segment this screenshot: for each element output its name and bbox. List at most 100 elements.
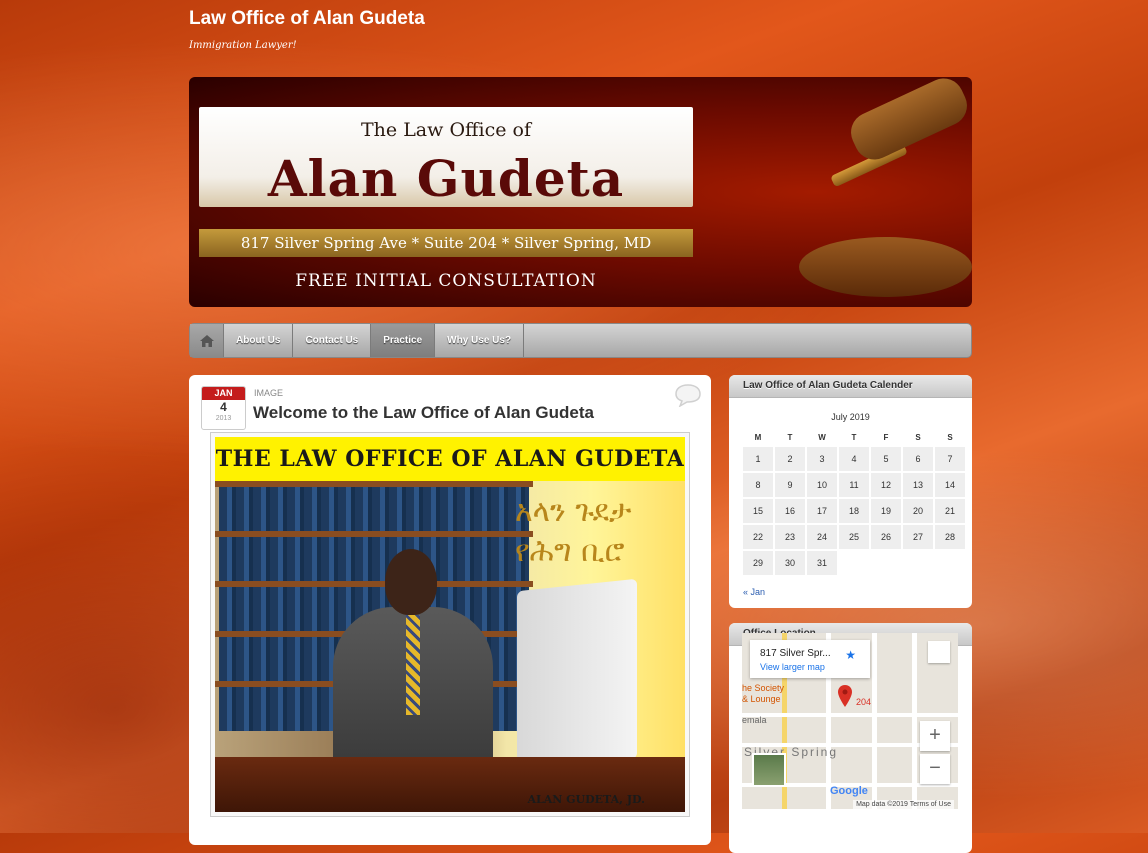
calendar-day-header: S (947, 432, 953, 442)
calendar-day: 15 (743, 499, 773, 523)
site-title[interactable]: Law Office of Alan Gudeta (189, 8, 425, 30)
calendar-week-row: 15 16 17 18 19 20 21 (743, 499, 965, 523)
person-tie (406, 615, 420, 715)
post-date-day: 4 (220, 400, 227, 414)
calendar-day: 25 (839, 525, 869, 549)
calendar-caption: July 2019 (831, 412, 870, 422)
calendar-day: 5 (871, 447, 901, 471)
calendar-day: 13 (903, 473, 933, 497)
bookshelf-row (219, 487, 529, 531)
banner-consultation: FREE INITIAL CONSULTATION (295, 271, 597, 291)
calendar-day: 24 (807, 525, 837, 549)
amharic-line-2: የሕግ ቢሮ (515, 534, 625, 569)
comment-bubble-icon[interactable] (674, 383, 702, 407)
banner-line1: The Law Office of (361, 119, 531, 141)
calendar-day-header: W (818, 432, 826, 442)
banner-name: Alan Gudeta (267, 149, 625, 208)
calendar-day: 8 (743, 473, 773, 497)
nav-contact-us[interactable]: Contact Us (293, 324, 372, 357)
calendar-day: 17 (807, 499, 837, 523)
calendar-day: 30 (775, 551, 805, 575)
header-banner[interactable]: The Law Office of Alan Gudeta 817 Silver… (189, 77, 972, 307)
calendar-day: 4 (839, 447, 869, 471)
calendar-day: 6 (903, 447, 933, 471)
nav-why-use-us[interactable]: Why Use Us? (435, 324, 525, 357)
map-attribution[interactable]: Map data ©2019 Terms of Use (853, 800, 954, 809)
calendar-week-row: 22 23 24 25 26 27 28 (743, 525, 965, 549)
post-title[interactable]: Welcome to the Law Office of Alan Gudeta (253, 403, 594, 423)
featured-image-title: THE LAW OFFICE OF ALAN GUDETA (215, 437, 685, 481)
calendar-table: M T W T F S S 1 2 3 4 5 6 7 8 9 10 11 12… (741, 427, 967, 577)
calendar-week-row: 29 30 31 (743, 551, 965, 575)
post-date-year: 2013 (215, 415, 232, 422)
nav-about-us[interactable]: About Us (224, 324, 294, 357)
calendar-day: 11 (839, 473, 869, 497)
nav-practice[interactable]: Practice (371, 324, 436, 357)
map-road (742, 713, 958, 717)
calendar-day: 27 (903, 525, 933, 549)
calendar-day: 3 (807, 447, 837, 471)
map-card-title: 817 Silver Spr... (760, 648, 831, 659)
calendar-day: 29 (743, 551, 773, 575)
zoom-out-button[interactable]: − (920, 754, 950, 784)
calendar-day-header: M (754, 432, 762, 442)
calendar-day: 26 (871, 525, 901, 549)
gavel-block (799, 237, 972, 297)
calendar-header-row: M T W T F S S (743, 429, 965, 445)
pegman-icon[interactable] (928, 641, 950, 663)
map-info-card: 817 Silver Spr... View larger map ★ (750, 640, 870, 678)
calendar-day: 16 (775, 499, 805, 523)
calendar-day: 20 (903, 499, 933, 523)
calendar-pad (871, 551, 901, 575)
calendar-prev-link[interactable]: « Jan (743, 587, 972, 597)
banner-plate: The Law Office of Alan Gudeta (199, 107, 693, 208)
site-tagline: Immigration Lawyer! (189, 40, 297, 51)
calendar-day: 7 (935, 447, 965, 471)
nav-home[interactable] (190, 324, 224, 357)
post-featured-image[interactable]: THE LAW OFFICE OF ALAN GUDETA አላን ጉደታ የሕ… (210, 432, 690, 817)
featured-image-amharic: አላን ጉደታ የሕግ ቢሮ (515, 492, 631, 572)
calendar-week-row: 1 2 3 4 5 6 7 (743, 447, 965, 471)
amharic-line-1: አላን ጉደታ (515, 494, 632, 529)
location-widget: Office Location he Society & Lounge emal… (729, 623, 972, 853)
calendar-day-header: T (851, 432, 857, 442)
calendar-day: 10 (807, 473, 837, 497)
banner-address: 817 Silver Spring Ave * Suite 204 * Silv… (199, 229, 693, 257)
main-nav: About Us Contact Us Practice Why Use Us? (189, 323, 972, 358)
featured-image-caption: ALAN GUDETA, JD. (527, 793, 645, 806)
view-larger-map-link[interactable]: View larger map (760, 662, 825, 672)
calendar-widget-title: Law Office of Alan Gudeta Calender (729, 375, 972, 398)
calendar-day: 18 (839, 499, 869, 523)
calendar-day: 21 (935, 499, 965, 523)
calendar-day: 12 (871, 473, 901, 497)
post-format-label[interactable]: IMAGE (254, 388, 283, 398)
post-article: JAN 4 2013 IMAGE Welcome to the Law Offi… (189, 375, 711, 845)
calendar-day: 23 (775, 525, 805, 549)
calendar-day: 31 (807, 551, 837, 575)
google-logo: Google (830, 785, 868, 797)
calendar-week-row: 8 9 10 11 12 13 14 (743, 473, 965, 497)
map-label-emala: emala (742, 715, 767, 725)
map-label-society: he Society (742, 683, 785, 693)
google-map[interactable]: he Society & Lounge emala Silver Spring … (742, 633, 958, 809)
calendar-day: 28 (935, 525, 965, 549)
map-label-lounge: & Lounge (742, 694, 781, 704)
gavel-icon (844, 77, 972, 167)
calendar-pad (903, 551, 933, 575)
person-head (385, 549, 437, 615)
calendar-pad (839, 551, 869, 575)
satellite-toggle[interactable] (752, 753, 786, 787)
featured-image-canvas: THE LAW OFFICE OF ALAN GUDETA አላን ጉደታ የሕ… (215, 437, 685, 812)
calendar-day: 22 (743, 525, 773, 549)
calendar-day-header: S (915, 432, 921, 442)
calendar-day: 9 (775, 473, 805, 497)
zoom-in-button[interactable]: + (920, 721, 950, 751)
calendar-widget: Law Office of Alan Gudeta Calender July … (729, 375, 972, 608)
map-pin-icon[interactable] (838, 685, 852, 707)
calendar-day: 14 (935, 473, 965, 497)
bookshelf-row (219, 537, 529, 581)
computer-monitor (517, 578, 637, 772)
calendar-day-header: T (787, 432, 793, 442)
calendar-pad (935, 551, 965, 575)
star-icon[interactable]: ★ (845, 648, 856, 662)
